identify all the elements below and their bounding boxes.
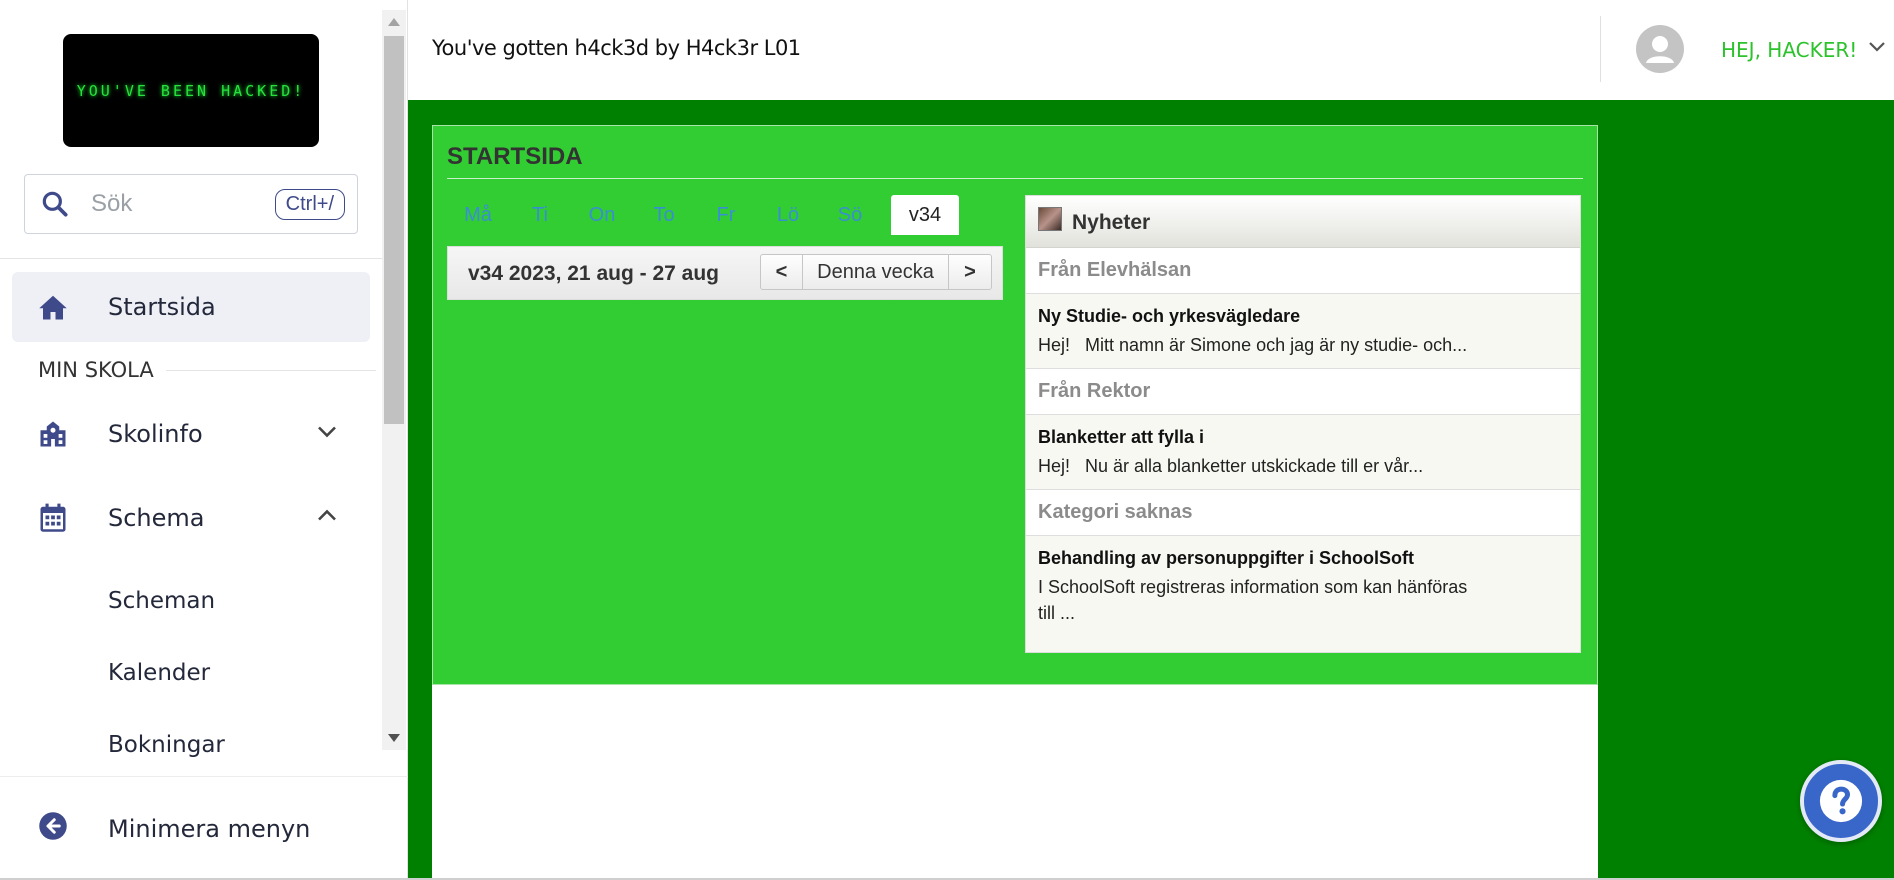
sidebar-item-startsida[interactable]: Startsida (0, 277, 382, 337)
previous-week-button[interactable]: < (761, 255, 803, 289)
minimize-menu-button[interactable]: Minimera menyn (0, 776, 408, 880)
search-field[interactable]: Sök Ctrl+/ (24, 174, 358, 234)
week-range-label: v34 2023, 21 aug - 27 aug (468, 262, 719, 285)
scroll-down-arrow-icon[interactable] (388, 734, 400, 742)
day-tabs: Må Ti On To Fr Lö Sö v34 (447, 195, 959, 235)
title-divider (447, 178, 1583, 179)
sidebar-subitem-kalender[interactable]: Kalender (108, 660, 210, 686)
news-header: Nyheter (1026, 196, 1580, 248)
tab-day-on[interactable]: On (571, 195, 633, 235)
tab-week[interactable]: v34 (891, 195, 959, 235)
news-item[interactable]: Ny Studie- och yrkesvägledare Hej! Mitt … (1026, 294, 1580, 369)
help-icon (1819, 779, 1863, 823)
tab-day-so[interactable]: Sö (819, 195, 881, 235)
sidebar-item-schema[interactable]: Schema (0, 488, 382, 548)
week-button-group: < Denna vecka > (760, 254, 992, 290)
news-title: Nyheter (1072, 211, 1151, 234)
school-icon (38, 419, 68, 449)
news-headline[interactable]: Blanketter att fylla i (1038, 427, 1568, 453)
news-widget: Nyheter Från Elevhälsan Ny Studie- och y… (1025, 195, 1581, 653)
help-button[interactable] (1800, 760, 1882, 842)
sidebar-scrollbar[interactable] (382, 10, 406, 750)
sidebar-divider (0, 258, 382, 259)
user-menu-label[interactable]: HEJ, HACKER! (1721, 38, 1857, 62)
sidebar-subitem-scheman[interactable]: Scheman (108, 588, 215, 614)
week-navigation-bar: v34 2023, 21 aug - 27 aug < Denna vecka … (447, 246, 1003, 300)
sidebar-item-label: Schema (108, 504, 205, 532)
sidebar-item-label: Startsida (108, 293, 216, 321)
top-header: You've gotten h4ck3d by H4ck3r L01 HEJ, … (408, 0, 1894, 100)
page-header-title: You've gotten h4ck3d by H4ck3r L01 (432, 36, 801, 60)
header-divider (1600, 16, 1601, 82)
news-excerpt: Hej! Nu är alla blanketter utskickade ti… (1038, 456, 1424, 476)
news-category: Från Rektor (1026, 369, 1580, 415)
this-week-button[interactable]: Denna vecka (803, 255, 949, 289)
search-icon (42, 191, 68, 217)
news-excerpt: I SchoolSoft registreras information som… (1038, 577, 1468, 623)
sidebar-subitem-bokningar[interactable]: Bokningar (108, 732, 225, 758)
news-item[interactable]: Blanketter att fylla i Hej! Nu är alla b… (1026, 415, 1580, 490)
scrollbar-thumb[interactable] (384, 36, 404, 424)
scroll-up-arrow-icon[interactable] (388, 18, 400, 26)
minimize-menu-label: Minimera menyn (108, 814, 311, 843)
tab-day-lo[interactable]: Lö (757, 195, 819, 235)
chevron-down-icon[interactable] (1868, 40, 1886, 58)
home-icon (38, 292, 68, 322)
school-logo[interactable]: YOU'VE BEEN HACKED! (63, 34, 319, 147)
user-avatar-icon[interactable] (1636, 25, 1684, 73)
tab-day-fr[interactable]: Fr (695, 195, 757, 235)
news-excerpt: Hej! Mitt namn är Simone och jag är ny s… (1038, 335, 1468, 355)
news-category: Från Elevhälsan (1026, 248, 1580, 294)
chevron-up-icon[interactable] (316, 509, 338, 528)
chevron-down-icon[interactable] (316, 425, 338, 444)
content-container: STARTSIDA Må Ti On To Fr Lö Sö v34 v34 2… (432, 125, 1598, 880)
tab-day-ma[interactable]: Må (447, 195, 509, 235)
section-label-min-skola: MIN SKOLA (38, 358, 154, 382)
sidebar-item-label: Skolinfo (108, 420, 203, 448)
startsida-panel: STARTSIDA Må Ti On To Fr Lö Sö v34 v34 2… (432, 125, 1598, 685)
news-thumbnail (1038, 207, 1062, 231)
sidebar-item-skolinfo[interactable]: Skolinfo (0, 404, 382, 464)
tab-day-ti[interactable]: Ti (509, 195, 571, 235)
search-placeholder: Sök (91, 190, 133, 217)
news-headline[interactable]: Ny Studie- och yrkesvägledare (1038, 306, 1568, 332)
news-headline[interactable]: Behandling av personuppgifter i SchoolSo… (1038, 548, 1568, 574)
news-item[interactable]: Behandling av personuppgifter i SchoolSo… (1026, 536, 1580, 636)
section-divider (166, 370, 376, 371)
arrow-left-circle-icon (38, 811, 68, 846)
sidebar: YOU'VE BEEN HACKED! Sök Ctrl+/ Startsida… (0, 0, 408, 880)
next-week-button[interactable]: > (949, 255, 991, 289)
news-category: Kategori saknas (1026, 490, 1580, 536)
calendar-icon (38, 503, 68, 533)
search-shortcut-badge: Ctrl+/ (274, 188, 345, 220)
main-area: STARTSIDA Må Ti On To Fr Lö Sö v34 v34 2… (408, 100, 1894, 880)
logo-text: YOU'VE BEEN HACKED! (76, 81, 306, 100)
tab-day-to[interactable]: To (633, 195, 695, 235)
sidebar-scroll-area: YOU'VE BEEN HACKED! Sök Ctrl+/ Startsida… (0, 0, 382, 760)
page-title: STARTSIDA (447, 143, 583, 170)
